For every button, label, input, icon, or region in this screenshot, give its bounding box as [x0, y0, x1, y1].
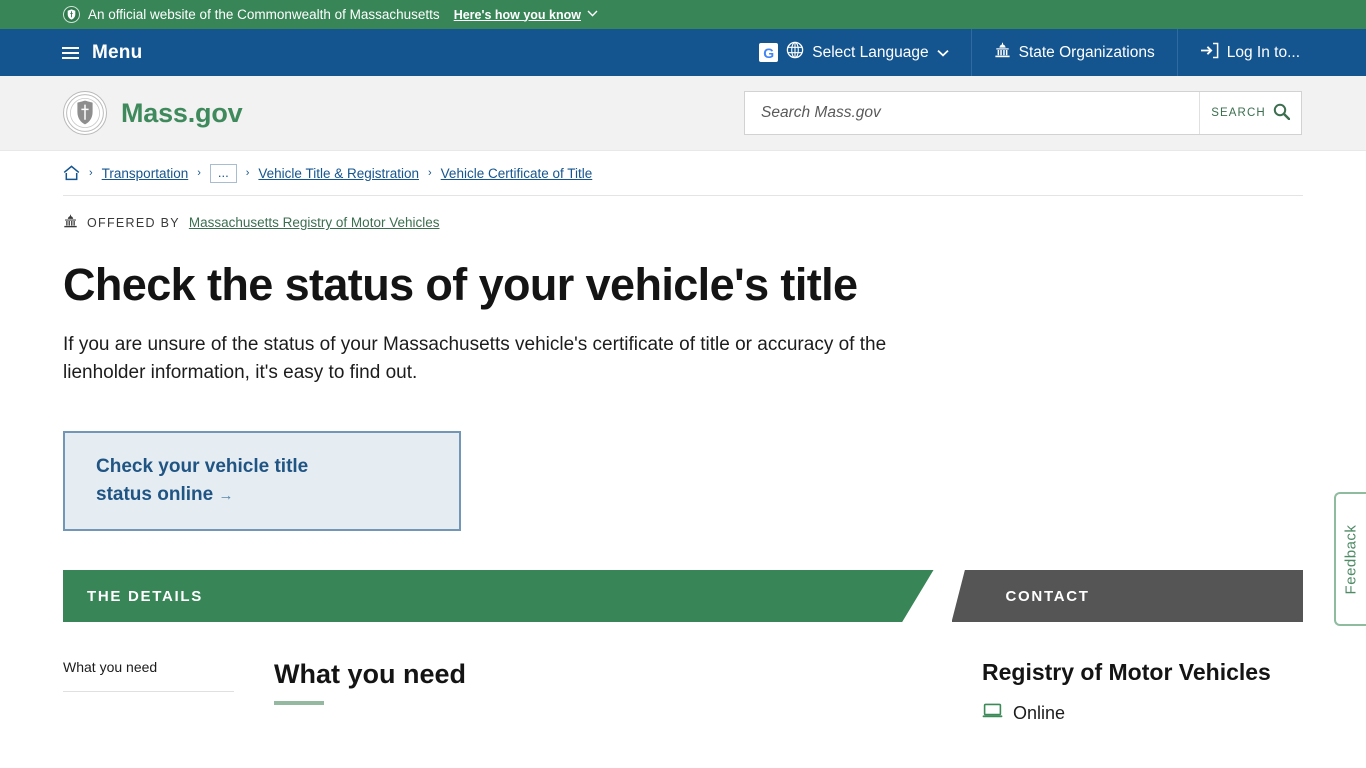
breadcrumb-separator: ›: [89, 167, 93, 179]
heading-underline: [274, 701, 324, 705]
home-icon[interactable]: [63, 165, 80, 181]
capitol-building-icon: [994, 42, 1011, 63]
state-organizations-label: State Organizations: [1018, 43, 1155, 61]
breadcrumb-item-transportation[interactable]: Transportation: [102, 166, 189, 181]
breadcrumb: › Transportation › ... › Vehicle Title &…: [63, 151, 1303, 196]
page-description: If you are unsure of the status of your …: [63, 334, 887, 383]
heres-how-you-know-toggle[interactable]: Here's how you know: [454, 8, 598, 22]
feedback-tab[interactable]: Feedback: [1334, 492, 1366, 626]
breadcrumb-separator: ›: [428, 167, 432, 179]
cta-line-1: Check your vehicle title: [96, 455, 309, 477]
arrow-right-icon: →: [218, 486, 234, 504]
search-input[interactable]: [745, 92, 1199, 134]
hamburger-icon: [62, 46, 79, 59]
massachusetts-seal-icon: [63, 91, 107, 135]
offered-by-organization-link[interactable]: Massachusetts Registry of Motor Vehicles: [189, 215, 440, 230]
search-button[interactable]: SEARCH: [1199, 92, 1301, 134]
page-content: › Transportation › ... › Vehicle Title &…: [0, 151, 1366, 724]
feedback-label: Feedback: [1342, 524, 1360, 594]
contact-online-label: Online: [1013, 703, 1066, 723]
brand-name: Mass.gov: [121, 97, 243, 128]
details-main-content: What you need: [234, 659, 916, 724]
state-organizations-link[interactable]: State Organizations: [994, 42, 1155, 63]
breadcrumb-item-vehicle-certificate-of-title[interactable]: Vehicle Certificate of Title: [441, 166, 593, 181]
nav-divider: [970, 29, 972, 76]
primary-navigation-bar: Menu G Select Language State Organizatio…: [0, 29, 1366, 76]
heres-how-you-know-label: Here's how you know: [453, 7, 581, 22]
contact-banner: CONTACT: [951, 570, 1303, 622]
contact-online-row: Online: [982, 703, 1303, 724]
official-website-banner: An official website of the Commonwealth …: [0, 0, 1366, 29]
details-side-nav: What you need: [63, 659, 234, 724]
page-title: Check the status of your vehicle's title: [63, 259, 858, 310]
language-chevron-down-icon: [936, 44, 949, 62]
contact-organization-name: Registry of Motor Vehicles: [982, 659, 1271, 685]
breadcrumb-separator: ›: [245, 167, 250, 179]
laptop-icon: [982, 703, 1003, 724]
sign-in-icon: [1200, 42, 1219, 64]
the-details-banner: THE DETAILS: [63, 570, 934, 622]
section-banners: THE DETAILS CONTACT: [63, 570, 1303, 622]
search-icon: [1273, 103, 1290, 123]
brand-search-bar: Mass.gov SEARCH: [0, 76, 1366, 151]
log-in-button[interactable]: Log In to...: [1200, 42, 1366, 64]
log-in-label: Log In to...: [1226, 43, 1300, 61]
chevron-down-icon: [587, 9, 598, 20]
search-button-label: SEARCH: [1211, 107, 1266, 119]
mass-gov-logo-link[interactable]: Mass.gov: [0, 91, 243, 135]
section-heading-what-you-need: What you need: [274, 659, 467, 689]
offered-by-label: OFFERED BY: [87, 215, 180, 230]
contact-label: CONTACT: [1005, 587, 1090, 605]
breadcrumb-item-vehicle-title-registration[interactable]: Vehicle Title & Registration: [258, 166, 419, 181]
side-nav-item-what-you-need[interactable]: What you need: [63, 659, 234, 692]
official-banner-text: An official website of the Commonwealth …: [88, 7, 440, 22]
menu-label: Menu: [92, 41, 143, 63]
cta-line-2: status online: [96, 483, 214, 505]
breadcrumb-expand-button[interactable]: ...: [209, 163, 237, 183]
breadcrumb-separator: ›: [197, 167, 201, 179]
nav-right-group: G Select Language State Organizations Lo…: [759, 29, 1366, 76]
select-language-label: Select Language: [812, 43, 929, 61]
offered-by: OFFERED BY Massachusetts Registry of Mot…: [63, 214, 1303, 231]
check-vehicle-title-status-cta[interactable]: Check your vehicle title status online →: [63, 431, 461, 531]
site-search: SEARCH: [744, 91, 1302, 135]
google-translate-icon: G: [759, 43, 779, 62]
the-details-label: THE DETAILS: [87, 587, 203, 605]
details-columns: What you need What you need Registry of …: [63, 659, 1303, 724]
nav-divider: [1176, 29, 1178, 76]
select-language-button[interactable]: G Select Language: [759, 41, 949, 64]
capitol-icon: [63, 214, 78, 231]
globe-icon: [786, 41, 804, 64]
shield-badge-icon: [63, 6, 80, 23]
menu-button[interactable]: Menu: [0, 42, 142, 64]
contact-content: Registry of Motor Vehicles Online: [916, 659, 1303, 724]
